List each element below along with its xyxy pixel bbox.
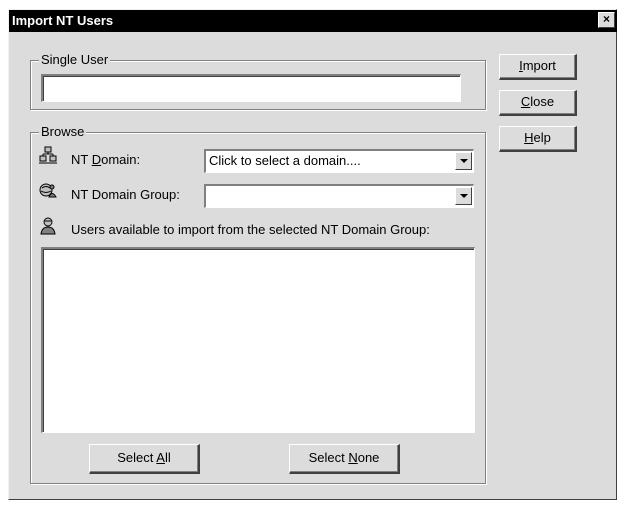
nt-domain-label: NT Domain: [71, 152, 141, 167]
nt-domain-group-label: NT Domain Group: [71, 187, 180, 202]
close-button[interactable]: Close [499, 90, 577, 116]
window-title: Import NT Users [12, 13, 114, 28]
users-list[interactable] [41, 247, 475, 433]
select-none-button[interactable]: Select None [289, 444, 400, 474]
nt-domain-dropdown[interactable]: Click to select a domain.... [204, 149, 474, 173]
single-user-legend: Single User [39, 52, 111, 68]
browse-legend: Browse [39, 124, 87, 140]
title-bar: Import NT Users × [9, 10, 617, 32]
single-user-group: Single User [30, 52, 486, 110]
select-all-button[interactable]: Select All [89, 444, 200, 474]
domain-group-icon [39, 183, 57, 198]
nt-domain-value: Click to select a domain.... [209, 153, 361, 168]
browse-group: Browse NT Domain: Click to select a doma… [30, 124, 486, 484]
help-button[interactable]: Help [499, 126, 577, 152]
single-user-input[interactable] [41, 74, 461, 102]
users-available-label: Users available to import from the selec… [71, 222, 430, 237]
nt-domain-group-dropdown-arrow[interactable] [455, 187, 472, 205]
user-icon [40, 217, 56, 235]
import-nt-users-dialog: Import NT Users × Single User Browse NT … [8, 9, 617, 500]
nt-domain-group-dropdown[interactable] [204, 184, 474, 208]
domain-network-icon [39, 146, 57, 164]
import-button[interactable]: Import [499, 54, 577, 80]
nt-domain-dropdown-arrow[interactable] [455, 152, 472, 170]
close-window-button[interactable]: × [598, 12, 615, 28]
